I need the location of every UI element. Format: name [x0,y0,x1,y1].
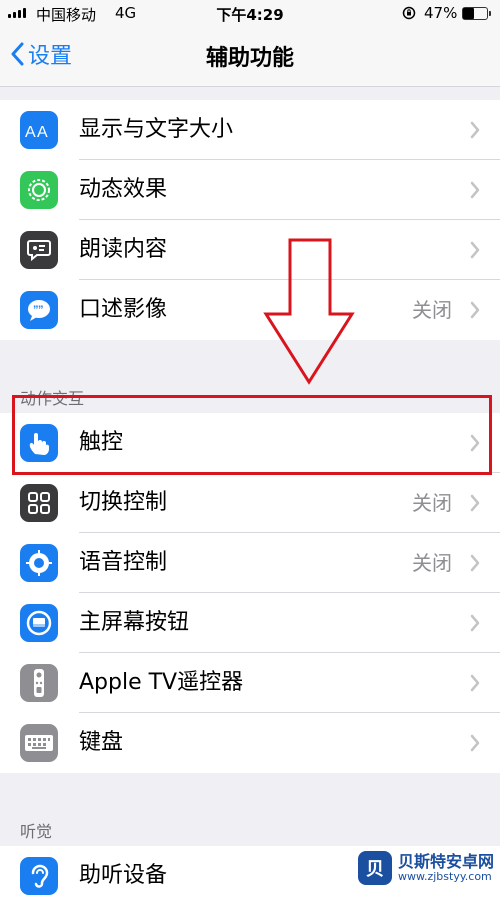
orientation-lock-icon [402,6,416,20]
row-apple-tv-remote[interactable]: Apple TV遥控器 [0,653,500,713]
motion-icon [20,171,58,209]
row-display-text-size[interactable]: AA 显示与文字大小 [0,100,500,160]
row-label: 动态效果 [79,177,168,202]
switch-control-icon [20,484,58,522]
chevron-right-icon [470,181,480,199]
watermark-logo: 贝 贝斯特安卓网 www.zjbstyy.com [357,851,494,885]
row-voice-control[interactable]: 语音控制 关闭 [0,533,500,593]
chevron-right-icon [470,554,480,572]
row-label: 口述影像 [79,297,168,322]
row-label: 切换控制 [79,490,168,515]
hearing-icon [20,857,58,895]
chevron-right-icon [470,121,480,139]
chevron-right-icon [470,241,480,259]
home-button-icon [20,604,58,642]
watermark-name: 贝斯特安卓网 [397,851,494,871]
page-title: 辅助功能 [205,46,294,71]
navigation-bar: 设置 辅助功能 [0,26,500,87]
row-value: 关闭 [412,491,452,515]
row-label: 助听设备 [79,863,168,888]
watermark-url: www.zjbstyy.com [397,869,492,883]
keyboard-icon [20,724,58,762]
section-header-hearing: 听觉 [20,822,53,841]
chevron-right-icon [470,674,480,692]
battery-icon [462,7,491,20]
row-label: 语音控制 [79,550,168,575]
row-label: 显示与文字大小 [79,117,234,142]
spoken-content-icon [20,231,58,269]
row-keyboard[interactable]: 键盘 [0,713,500,773]
row-switch-control[interactable]: 切换控制 关闭 [0,473,500,533]
svg-text:”: ” [38,304,44,316]
row-audio-descriptions[interactable]: ”” 口述影像 关闭 [0,280,500,340]
voice-control-icon [20,544,58,582]
chevron-right-icon [470,734,480,752]
row-value: 关闭 [412,298,452,322]
svg-text:A: A [37,124,48,140]
audio-description-icon: ”” [20,291,58,329]
row-label: 朗读内容 [79,237,168,262]
remote-icon [20,664,58,702]
chevron-right-icon [470,301,480,319]
row-motion[interactable]: 动态效果 [0,160,500,220]
chevron-right-icon [470,494,480,512]
vision-group: AA 显示与文字大小 动态效果 朗读内容 ”” 口述影像 关闭 [0,100,500,340]
watermark-badge: 贝 [357,851,392,885]
down-arrow-icon [263,238,355,385]
row-label: 主屏幕按钮 [79,610,190,635]
chevron-right-icon [470,614,480,632]
battery-percent: 47% [424,4,458,22]
svg-text:A: A [25,124,36,140]
row-home-button[interactable]: 主屏幕按钮 [0,593,500,653]
row-label: 键盘 [79,730,124,755]
row-value: 关闭 [412,551,452,575]
highlight-box [12,395,492,475]
text-size-icon: AA [20,111,58,149]
row-label: Apple TV遥控器 [79,670,244,695]
row-spoken-content[interactable]: 朗读内容 [0,220,500,280]
status-bar: 中国移动 4G 下午4:29 47% [0,0,500,26]
